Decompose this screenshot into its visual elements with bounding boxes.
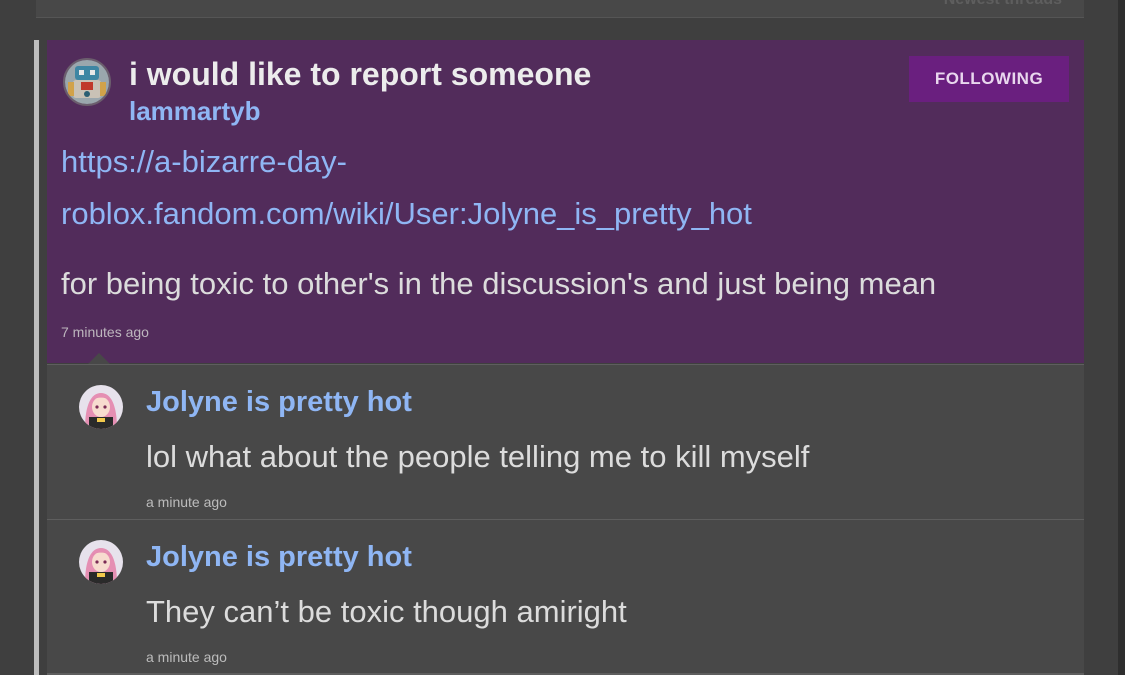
discussion-page: Newest threads i would like to report so… xyxy=(0,0,1125,675)
following-button[interactable]: FOLLOWING xyxy=(909,56,1069,102)
reply-author-link[interactable]: Jolyne is pretty hot xyxy=(146,541,412,574)
reply-section-caret xyxy=(88,353,110,364)
thread-title[interactable]: i would like to report someone xyxy=(129,56,591,93)
reply-text: They can’t be toxic though amiright xyxy=(146,594,627,629)
anime-girl-avatar-icon[interactable] xyxy=(79,540,123,584)
reply-timestamp[interactable]: a minute ago xyxy=(146,649,227,665)
newest-threads-link[interactable]: Newest threads xyxy=(944,0,1062,9)
reply-item: Jolyne is pretty hot lol what about the … xyxy=(47,364,1084,519)
thread-link-line-1: https://a-bizarre-day- xyxy=(61,144,347,179)
reply-author-link[interactable]: Jolyne is pretty hot xyxy=(146,386,412,419)
thread-author-link[interactable]: lammartyb xyxy=(129,96,261,127)
page-scroll-edge xyxy=(1118,0,1125,675)
reply-text: lol what about the people telling me to … xyxy=(146,439,810,474)
thread-body-text: for being toxic to other's in the discus… xyxy=(61,266,937,301)
anime-girl-avatar-icon[interactable] xyxy=(79,385,123,429)
thread-timestamp[interactable]: 7 minutes ago xyxy=(61,324,149,340)
newest-threads-panel: Newest threads xyxy=(36,0,1084,18)
reply-item: Jolyne is pretty hot They can’t be toxic… xyxy=(47,519,1084,674)
reply-timestamp[interactable]: a minute ago xyxy=(146,494,227,510)
thread-rail xyxy=(34,40,39,675)
robot-avatar-icon[interactable] xyxy=(63,58,111,106)
thread-body-link[interactable]: https://a-bizarre-day- roblox.fandom.com… xyxy=(61,136,961,240)
thread-link-line-2: roblox.fandom.com/wiki/User:Jolyne_is_pr… xyxy=(61,196,752,231)
thread-post: i would like to report someone lammartyb… xyxy=(47,40,1084,363)
